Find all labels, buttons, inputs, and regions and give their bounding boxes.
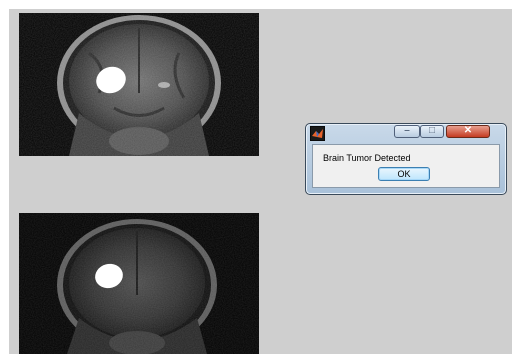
maximize-icon: □	[428, 125, 436, 136]
dialog-message: Brain Tumor Detected	[323, 153, 411, 163]
minimize-button[interactable]: –	[394, 125, 420, 138]
figure-window: – □ ✕ Brain Tumor Detected OK	[9, 9, 512, 354]
dialog-titlebar[interactable]: – □ ✕	[306, 124, 506, 142]
message-dialog: – □ ✕ Brain Tumor Detected OK	[305, 123, 507, 195]
mri-image-original	[19, 13, 259, 156]
dialog-body: Brain Tumor Detected OK	[312, 144, 500, 188]
minimize-icon: –	[404, 125, 410, 136]
matlab-icon	[310, 126, 325, 141]
close-icon: ✕	[463, 125, 473, 136]
mri-image-segmented	[19, 213, 259, 354]
ok-button[interactable]: OK	[378, 167, 430, 181]
maximize-button[interactable]: □	[420, 125, 444, 138]
close-button[interactable]: ✕	[446, 125, 490, 138]
